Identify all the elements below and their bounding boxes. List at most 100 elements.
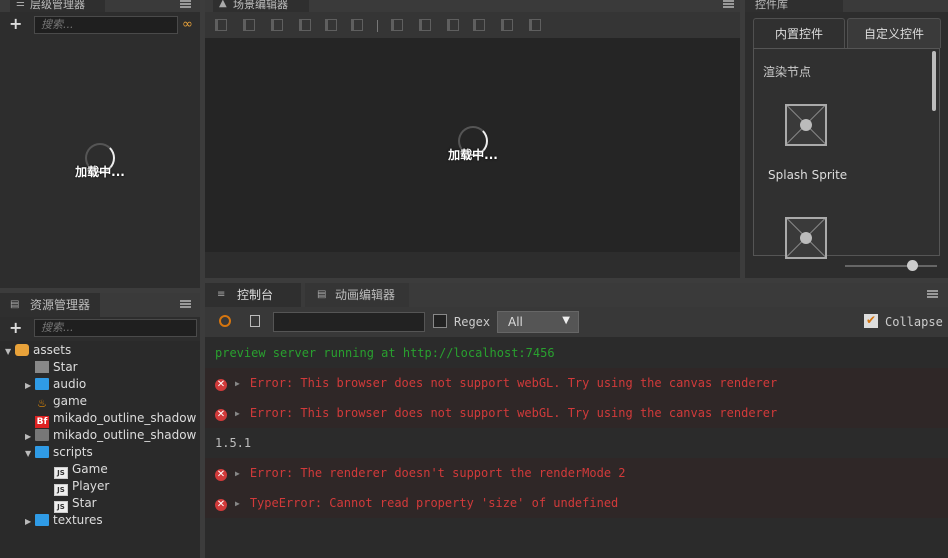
tree-item-texture[interactable]: ▶ mikado_outline_shadow [25, 427, 196, 444]
tree-item-label: scripts [53, 445, 93, 459]
scene-editor-panel: ▲ 场景编辑器 加载中... [205, 0, 740, 278]
collapse-checkbox[interactable] [864, 313, 878, 328]
animation-tab-label: 动画编辑器 [335, 288, 396, 302]
scene-title: 场景编辑器 [233, 0, 288, 11]
distribute-left-icon[interactable] [473, 19, 485, 31]
library-content: 渲染节点 Splash Sprite [753, 48, 940, 259]
tree-item-label: audio [53, 377, 87, 391]
scene-menu-icon[interactable] [723, 0, 734, 8]
open-log-file-icon[interactable] [250, 315, 260, 327]
console-panel: ≡ 控制台 ▤ 动画编辑器 Regex All ▼ Collapse previ… [205, 283, 948, 558]
expand-arrow-icon[interactable]: ▶ [25, 428, 35, 445]
expand-arrow-icon[interactable]: ▼ [25, 445, 35, 462]
console-filter-input[interactable] [273, 312, 425, 332]
tab-animation-editor[interactable]: ▤ 动画编辑器 [305, 283, 409, 307]
folder-icon [35, 378, 49, 390]
distribute-top-icon[interactable] [391, 19, 403, 31]
zoom-slider-track[interactable] [845, 265, 937, 267]
expand-arrow-icon[interactable]: ▶ [235, 399, 240, 428]
align-left-icon[interactable] [299, 19, 311, 31]
assets-title: 资源管理器 [30, 298, 91, 312]
tree-item-audio[interactable]: ▶ audio [25, 376, 86, 393]
tree-item-label: assets [33, 343, 72, 357]
splash-sprite-thumbnail[interactable] [785, 104, 827, 146]
console-log-list: preview server running at http://localho… [205, 337, 948, 558]
expand-arrow-icon[interactable]: ▶ [25, 377, 35, 394]
tab-console[interactable]: ≡ 控制台 [205, 283, 301, 307]
log-line[interactable]: 1.5.1 [205, 428, 948, 458]
distribute-h-center-icon[interactable] [501, 19, 513, 31]
tree-item-label: Player [72, 479, 110, 493]
console-menu-icon[interactable] [927, 290, 938, 298]
tree-item-label: mikado_outline_shadow [53, 428, 197, 442]
zoom-slider-handle[interactable] [907, 260, 918, 271]
log-text: Error: This browser does not support web… [249, 376, 778, 390]
regex-checkbox[interactable] [433, 314, 447, 328]
scene-loading: 加载中... [443, 126, 503, 163]
assets-menu-icon[interactable] [180, 300, 191, 308]
expand-arrow-icon[interactable]: ▶ [235, 489, 240, 518]
log-line[interactable]: ✕ ▶ Error: This browser does not support w… [205, 368, 948, 398]
tab-custom-controls[interactable]: 自定义控件 [847, 18, 941, 48]
tab-hierarchy[interactable]: ☰ 层级管理器 [10, 0, 105, 12]
folder-icon [35, 446, 49, 458]
align-right-icon[interactable] [351, 19, 363, 31]
tree-item-bitmap-font[interactable]: Bf mikado_outline_shadow [25, 410, 196, 428]
tab-assets[interactable]: ▤ 资源管理器 [0, 293, 100, 317]
error-icon: ✕ [215, 469, 227, 481]
expand-arrow-icon[interactable]: ▶ [235, 459, 240, 488]
assets-add-button[interactable]: + [9, 320, 22, 336]
distribute-v-center-icon[interactable] [419, 19, 431, 31]
align-v-center-icon[interactable] [243, 19, 255, 31]
tree-item-label: Star [53, 360, 78, 374]
tree-item-game-scene[interactable]: ♨ game [25, 393, 87, 410]
distribute-bottom-icon[interactable] [447, 19, 459, 31]
log-line[interactable]: ✕ ▶ TypeError: Cannot read property 'size'… [205, 488, 948, 518]
clear-log-icon[interactable] [219, 315, 231, 327]
expand-arrow-icon[interactable]: ▶ [25, 513, 35, 530]
hierarchy-search-input[interactable]: 搜索... [34, 16, 178, 34]
tree-item-assets[interactable]: ▼ assets [5, 342, 71, 359]
splash-sprite-label[interactable]: Splash Sprite [768, 168, 847, 182]
log-line[interactable]: ✕ ▶ Error: This browser does not support w… [205, 398, 948, 428]
hierarchy-menu-icon[interactable] [180, 0, 191, 8]
expand-arrow-icon[interactable]: ▶ [235, 369, 240, 398]
tree-item-player-script[interactable]: JS Player [44, 478, 110, 496]
assets-search-input[interactable]: 搜索... [34, 319, 197, 337]
distribute-right-icon[interactable] [529, 19, 541, 31]
align-bottom-icon[interactable] [271, 19, 283, 31]
console-icon: ≡ [217, 289, 226, 300]
collapse-label: Collapse [885, 315, 943, 329]
texture-icon [35, 429, 49, 441]
log-level-select[interactable]: All ▼ [497, 311, 579, 333]
tree-item-scripts[interactable]: ▼ scripts [25, 444, 93, 461]
assets-panel: ▤ 资源管理器 + 搜索... ▼ assets Star ▶ audio ♨ gam… [0, 293, 200, 558]
control-library-panel: 控件库 内置控件 自定义控件 渲染节点 Splash Sprite [745, 0, 948, 278]
align-top-icon[interactable] [215, 19, 227, 31]
tree-item-game-script[interactable]: JS Game [44, 461, 108, 479]
tree-item-star-prefab[interactable]: Star [25, 359, 78, 376]
prefab-icon [35, 361, 49, 373]
scene-viewport[interactable]: 加载中... [205, 38, 740, 252]
tree-item-label: Game [72, 462, 108, 476]
tree-item-textures[interactable]: ▶ textures [25, 512, 103, 529]
assets-icon [15, 344, 29, 356]
hierarchy-link-icon[interactable]: ∞ [182, 17, 193, 32]
sprite-thumbnail[interactable] [785, 217, 827, 259]
log-text: TypeError: Cannot read property 'size' o… [249, 496, 619, 510]
tab-builtin-controls[interactable]: 内置控件 [753, 18, 845, 48]
hierarchy-icon: ☰ [16, 0, 25, 9]
hierarchy-add-button[interactable]: + [9, 16, 22, 32]
log-line[interactable]: ✕ ▶ Error: The renderer doesn't support th… [205, 458, 948, 488]
library-title: 控件库 [755, 0, 788, 11]
scene-icon: ♨ [37, 397, 47, 410]
expand-arrow-icon[interactable]: ▼ [5, 343, 15, 360]
scene-icon: ▲ [219, 0, 227, 9]
tree-item-star-script[interactable]: JS Star [44, 495, 97, 513]
log-line[interactable]: preview server running at http://localho… [205, 338, 948, 368]
tab-control-library[interactable]: 控件库 [745, 0, 843, 12]
tab-scene-editor[interactable]: ▲ 场景编辑器 [213, 0, 309, 12]
console-tabbar: ≡ 控制台 ▤ 动画编辑器 [205, 283, 948, 307]
align-h-center-icon[interactable] [325, 19, 337, 31]
library-scrollbar[interactable] [932, 51, 936, 111]
